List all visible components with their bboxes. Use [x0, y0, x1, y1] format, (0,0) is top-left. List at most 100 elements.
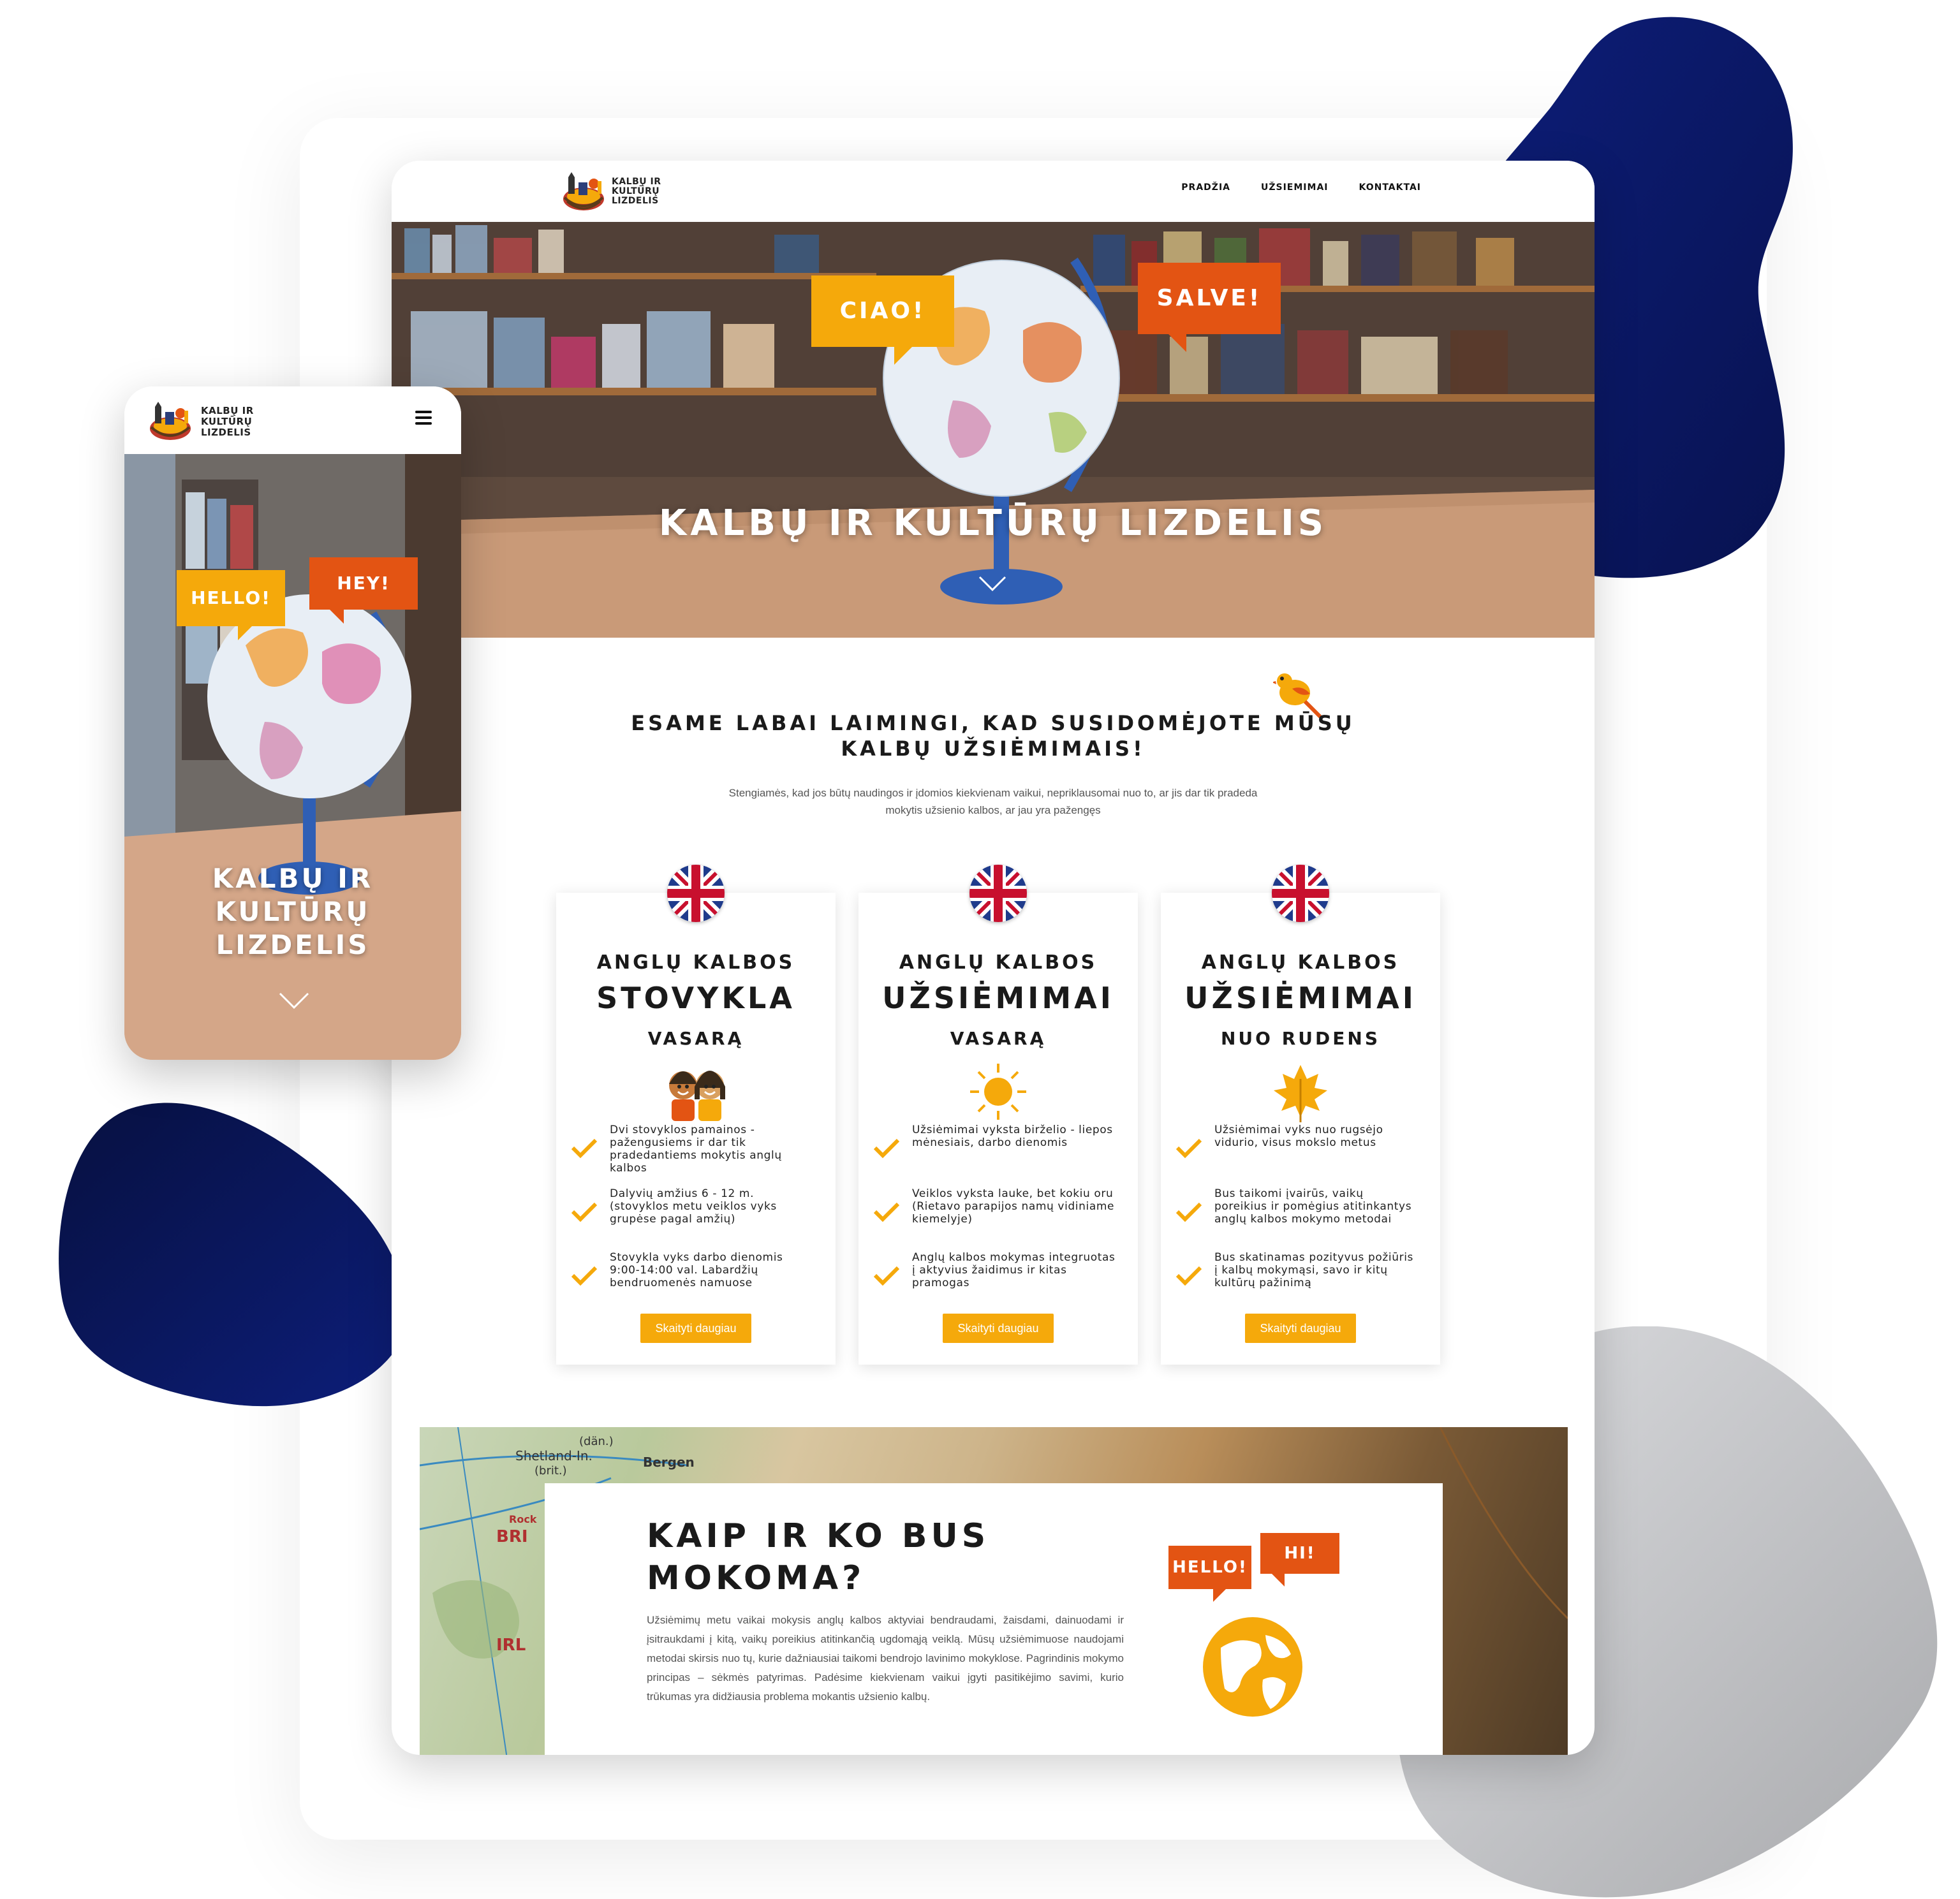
site-header: KALBŲ IR KULTŪRŲ LIZDELIS PRADŽIA UŽSIEM… — [392, 161, 1595, 222]
speech-bubble-hello: HELLO! — [177, 570, 285, 640]
check-icon — [571, 1266, 598, 1286]
list-item: Bus skatinamas pozityvus požiūris į kalb… — [1175, 1251, 1426, 1315]
card-line2: STOVYKLA — [596, 981, 795, 1015]
check-icon — [873, 1138, 900, 1159]
list-item: Veiklos vyksta lauke, bet kokiu oru (Rie… — [873, 1187, 1124, 1251]
list-item: Užsiėmimai vyks nuo rugsėjo vidurio, vis… — [1175, 1124, 1426, 1187]
list-item: Anglų kalbos mokymas integruotas į aktyv… — [873, 1251, 1124, 1315]
intro-title-line1: ESAME LABAI LAIMINGI, KAD SUSIDOMĖJOTE M… — [631, 711, 1355, 735]
mobile-hero: HELLO! HEY! KALBŲ IR KULTŪRŲ LIZDELIS — [124, 454, 461, 1060]
card-line1: ANGLŲ KALBOS — [596, 951, 795, 974]
check-icon — [1175, 1202, 1202, 1222]
intro-title-line2: KALBŲ UŽSIĖMIMAIS! — [841, 737, 1146, 761]
card-uzsiemimai-vasara: ANGLŲ KALBOS UŽSIĖMIMAI VASARĄ Užsiėmima… — [858, 865, 1138, 1365]
how-title-line2: MOKOMA? — [647, 1559, 866, 1597]
card-uzsiemimai-ruduo: ANGLŲ KALBOS UŽSIĖMIMAI NUO RUDENS Užsiė… — [1161, 865, 1440, 1365]
mobile-hero-title: KALBŲ IR KULTŪRŲ LIZDELIS — [212, 863, 374, 960]
menu-hamburger-icon[interactable] — [415, 411, 432, 425]
navy-blob-left — [59, 1103, 407, 1407]
card-stovykla: ANGLŲ KALBOS STOVYKLA VASARĄ Dvi stovykl… — [556, 865, 836, 1365]
uk-flag-icon — [969, 865, 1027, 922]
how-panel: KAIP IR KO BUS MOKOMA? Užsiėmimų metu va… — [545, 1483, 1443, 1755]
card-line3: VASARĄ — [647, 1028, 744, 1049]
logo-text: KALBŲ IR KULTŪRŲ LIZDELIS — [201, 405, 254, 438]
card-feature-list: Užsiėmimai vyks nuo rugsėjo vidurio, vis… — [1175, 1124, 1426, 1315]
kids-icon — [669, 1071, 725, 1121]
list-item: Bus taikomi įvairūs, vaikų poreikius ir … — [1175, 1187, 1426, 1251]
nav-item-uzsiemimai[interactable]: UŽSIEMIMAI — [1261, 182, 1329, 193]
logo-nest-icon — [150, 402, 191, 440]
check-icon — [873, 1202, 900, 1222]
list-item-text: Bus taikomi įvairūs, vaikų poreikius ir … — [1214, 1187, 1412, 1226]
bubble-ciao-text: CIAO! — [839, 298, 926, 324]
read-more-button[interactable]: Skaityti daugiau — [943, 1314, 1054, 1343]
intro-text: Stengiamės, kad jos būtų naudingos ir įd… — [685, 784, 1301, 819]
bubble-hello-text: HELLO! — [1172, 1558, 1248, 1577]
map-label: Shetland-In. — [515, 1448, 593, 1463]
uk-flag-icon — [1272, 865, 1329, 922]
speech-bubble-ciao: CIAO! — [811, 275, 954, 365]
how-title-line1: KAIP IR KO BUS — [647, 1517, 990, 1555]
map-label: Bergen — [643, 1455, 695, 1470]
read-more-button[interactable]: Skaityti daugiau — [640, 1314, 751, 1343]
uk-flag-icon — [667, 865, 725, 922]
card-line2: UŽSIĖMIMAI — [882, 981, 1114, 1015]
list-item: Užsiėmimai vyksta birželio - liepos mėne… — [873, 1124, 1124, 1187]
list-item-text: Užsiėmimai vyksta birželio - liepos mėne… — [912, 1124, 1113, 1149]
check-icon — [1175, 1138, 1202, 1159]
read-more-button[interactable]: Skaityti daugiau — [1245, 1314, 1356, 1343]
intro-text-line2: mokytis užsienio kalbos, ar jau yra paže… — [885, 804, 1101, 816]
scroll-down-chevron-icon[interactable] — [279, 992, 309, 1010]
how-title: KAIP IR KO BUS MOKOMA? — [647, 1515, 989, 1599]
desktop-mockup: KALBŲ IR KULTŪRŲ LIZDELIS PRADŽIA UŽSIEM… — [392, 161, 1595, 1755]
speech-bubble-hi: HI! — [1260, 1533, 1339, 1587]
map-section: Shetland-In. (brit.) (dän.) Bergen Rock … — [420, 1427, 1568, 1755]
check-icon — [571, 1202, 598, 1222]
card-feature-list: Dvi stovyklos pamainos - pažengusiems ir… — [570, 1124, 822, 1315]
list-item: Dalyvių amžius 6 - 12 m. (stovyklos metu… — [570, 1187, 822, 1251]
list-item-text: Užsiėmimai vyks nuo rugsėjo vidurio, vis… — [1214, 1124, 1383, 1149]
leaf-icon — [1274, 1065, 1327, 1122]
card-line1: ANGLŲ KALBOS — [1201, 951, 1400, 974]
speech-bubble-salve: SALVE! — [1138, 263, 1281, 352]
list-item: Dvi stovyklos pamainos - pažengusiems ir… — [570, 1124, 822, 1187]
bubble-salve-text: SALVE! — [1156, 285, 1262, 311]
map-label: (dän.) — [579, 1435, 614, 1448]
speech-bubble-hello: HELLO! — [1168, 1546, 1251, 1602]
nav-item-kontaktai[interactable]: KONTAKTAI — [1359, 182, 1422, 193]
map-label: BRI — [496, 1527, 528, 1546]
list-item-text: Anglų kalbos mokymas integruotas į aktyv… — [912, 1251, 1116, 1289]
map-label: IRL — [496, 1636, 526, 1655]
card-line3: NUO RUDENS — [1221, 1028, 1380, 1049]
mobile-mockup: KALBŲ IR KULTŪRŲ LIZDELIS HELLO! HEY! KA… — [124, 386, 461, 1060]
card-line2: UŽSIĖMIMAI — [1184, 981, 1417, 1015]
scroll-down-chevron-icon[interactable] — [978, 576, 1006, 592]
list-item: Stovykla vyks darbo dienomis 9:00-14:00 … — [570, 1251, 822, 1315]
globe-icon — [1203, 1617, 1302, 1717]
list-item-text: Dvi stovyklos pamainos - pažengusiems ir… — [610, 1124, 782, 1175]
mobile-header: KALBŲ IR KULTŪRŲ LIZDELIS — [124, 386, 461, 454]
intro-title: ESAME LABAI LAIMINGI, KAD SUSIDOMĖJOTE M… — [392, 710, 1595, 761]
site-logo[interactable]: KALBŲ IR KULTŪRŲ LIZDELIS — [561, 168, 663, 213]
logo-nest-icon — [563, 172, 604, 210]
list-item-text: Stovykla vyks darbo dienomis 9:00-14:00 … — [610, 1251, 783, 1289]
check-icon — [571, 1138, 598, 1159]
hero-banner: CIAO! SALVE! KALBŲ IR KULTŪRŲ LIZDELIS — [392, 222, 1595, 638]
intro-text-line1: Stengiamės, kad jos būtų naudingos ir įd… — [728, 787, 1258, 799]
mobile-hero-background-image — [124, 454, 461, 1060]
check-icon — [873, 1266, 900, 1286]
card-line1: ANGLŲ KALBOS — [899, 951, 1098, 974]
hero-title: KALBŲ IR KULTŪRŲ LIZDELIS — [658, 502, 1328, 544]
nav-item-pradzia[interactable]: PRADŽIA — [1181, 182, 1230, 193]
bubble-hi-text: HI! — [1284, 1544, 1316, 1563]
map-label: (brit.) — [534, 1464, 567, 1477]
list-item-text: Bus skatinamas pozityvus požiūris į kalb… — [1214, 1251, 1413, 1289]
logo-text: KALBŲ IR KULTŪRŲ LIZDELIS — [612, 177, 661, 206]
how-text: Užsiėmimų metu vaikai mokysis anglų kalb… — [647, 1614, 1124, 1703]
main-nav: PRADŽIA UŽSIEMIMAI KONTAKTAI — [1181, 182, 1421, 193]
speech-bubble-hey: HEY! — [309, 557, 418, 624]
bubble-hey-text: HEY! — [337, 573, 390, 594]
mobile-logo[interactable]: KALBŲ IR KULTŪRŲ LIZDELIS — [147, 398, 262, 444]
bubble-hello-text: HELLO! — [191, 587, 271, 608]
card-feature-list: Užsiėmimai vyksta birželio - liepos mėne… — [873, 1124, 1124, 1315]
